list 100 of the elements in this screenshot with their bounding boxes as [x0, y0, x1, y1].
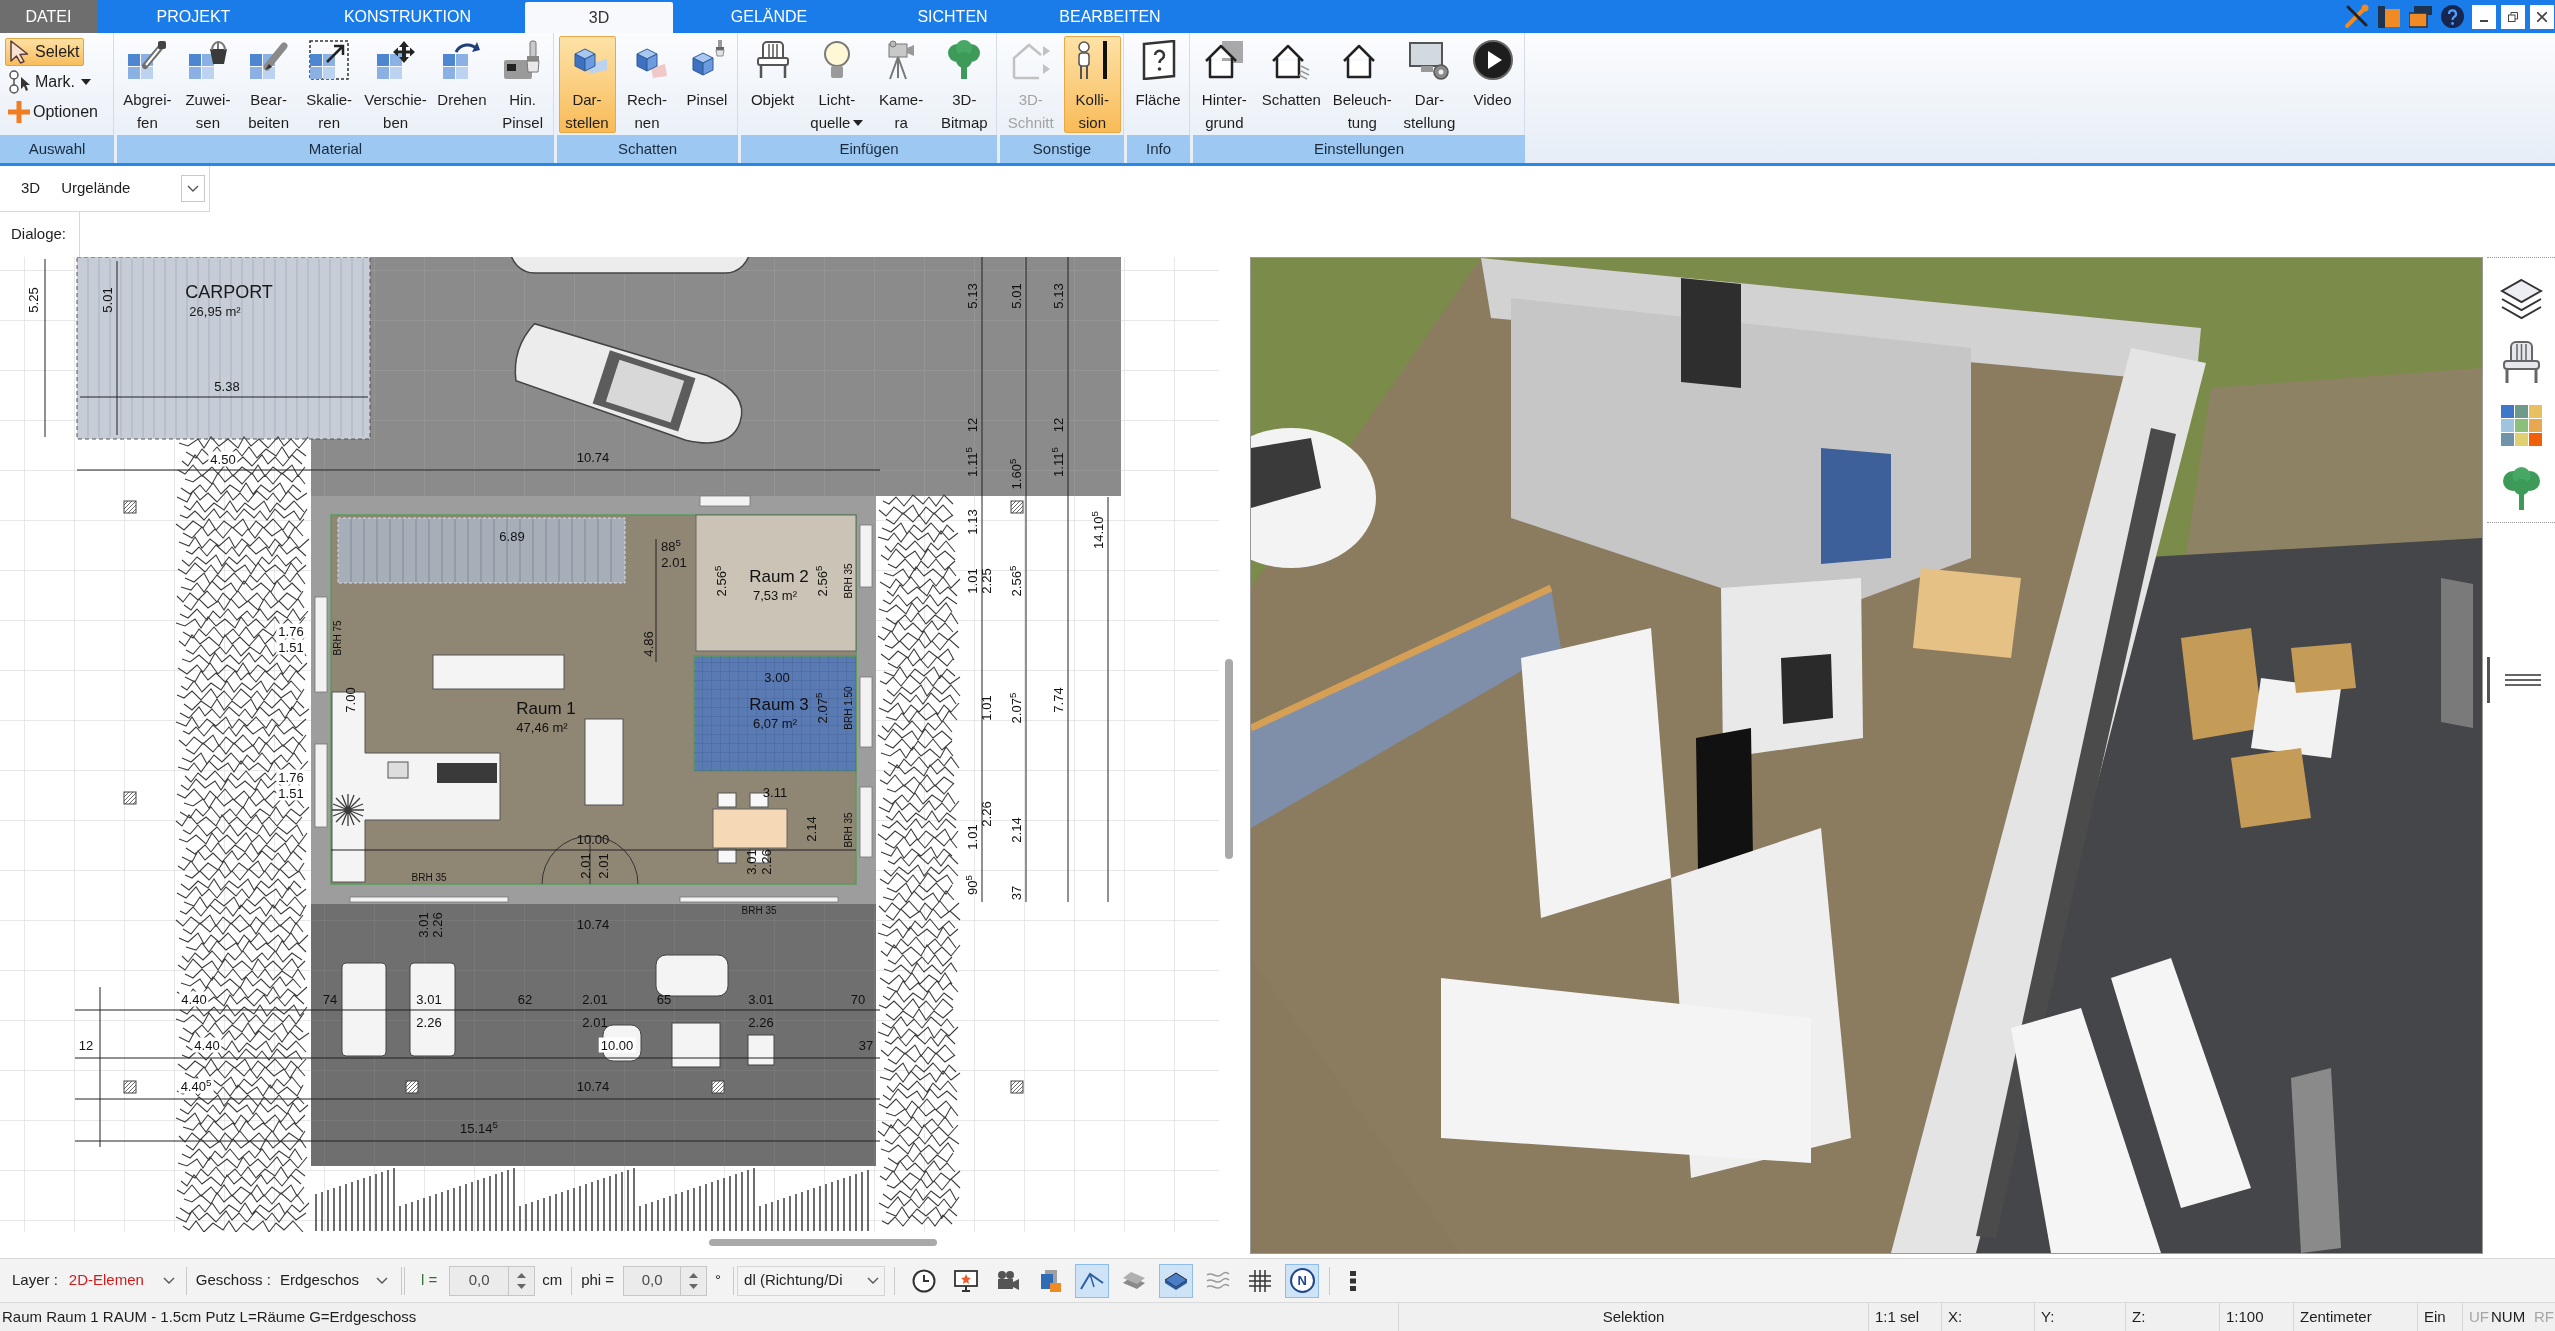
ribbon-tab[interactable]: 3D [525, 2, 673, 33]
dimension-label: 1.01 [965, 568, 979, 594]
room-name: Raum 1 [516, 699, 576, 717]
cursor-circles-icon[interactable] [8, 70, 32, 94]
caret-icon[interactable] [853, 119, 864, 126]
chevron-icon[interactable] [162, 1277, 175, 1284]
dimension-label: 7.74 [1051, 687, 1065, 713]
dimension-label: 4.86 [641, 631, 655, 657]
dimension-label: 10.00 [576, 832, 610, 846]
hatch-marker [405, 1080, 419, 1094]
dimension-label: 2.01 [596, 853, 610, 879]
palette-icon[interactable] [2499, 404, 2543, 447]
room-name: Raum 3 [749, 695, 809, 713]
toolbar-button[interactable]: N [1285, 1263, 1320, 1298]
pencil-icon[interactable] [248, 40, 289, 80]
ribbon-button[interactable]: Hin. Pinsel [494, 36, 552, 133]
status-field: X: [1941, 1303, 2034, 1331]
ribbon-button[interactable]: Kame- ra [872, 36, 930, 133]
wall-label: BRH 35 [741, 906, 777, 916]
dimension-label: 12 [1051, 417, 1065, 433]
ribbon-button[interactable]: Mark. [5, 68, 96, 96]
caret-icon[interactable] [81, 79, 91, 85]
direction-dropdown[interactable]: dl (Richtung/Di [737, 1265, 886, 1296]
wall-label: BRH 1.50 [844, 686, 854, 730]
dimension-label: 2.01 [661, 555, 687, 569]
ribbon-button[interactable]: Bear- beiten [240, 36, 298, 133]
restore-button[interactable] [2501, 4, 2525, 29]
brush-icon[interactable] [502, 40, 543, 80]
dimension-label: 3.01 [744, 849, 758, 875]
ribbon-button[interactable]: Dar- stellen [558, 36, 616, 133]
chevron-icon[interactable] [375, 1277, 388, 1284]
ribbon-button[interactable]: Pinsel [678, 36, 736, 133]
scrollbar-thumb[interactable] [1224, 659, 1233, 859]
layers-icon[interactable] [2499, 278, 2543, 321]
area-label: 26,95 m² [189, 304, 241, 318]
group-label: Einfügen [741, 135, 997, 163]
paint-bucket-icon[interactable] [187, 40, 228, 80]
view-mode-label: 3D [21, 178, 41, 199]
dimension-label: 2.26 [416, 1015, 442, 1029]
group-label: Sonstige [1000, 135, 1124, 163]
dimension-label: 2.14 [1009, 817, 1023, 843]
hatch-marker [1010, 500, 1024, 514]
ribbon-button[interactable]: Fläche [1129, 36, 1187, 133]
dimension-label: 3.00 [764, 670, 790, 684]
minimize-button[interactable] [2472, 4, 2496, 29]
unit-label: cm [542, 1270, 563, 1291]
eyedropper-icon[interactable] [127, 40, 168, 80]
ribbon-button[interactable]: Dar- stellung [1400, 36, 1459, 133]
dimension-label: 3.01 [416, 912, 430, 938]
wall-label: BRH 35 [844, 563, 854, 599]
ribbon-button[interactable]: Rech- nen [618, 36, 676, 133]
ribbon-button[interactable]: Zuwei- sen [179, 36, 237, 133]
grip-icon[interactable] [1350, 1270, 1357, 1291]
tools-icon[interactable] [2344, 4, 2369, 29]
dimension-label: 1.76 [276, 769, 306, 785]
ribbon-button[interactable]: 3D- Bitmap [935, 36, 993, 133]
room-area: 47,46 m² [516, 720, 568, 734]
house-icon[interactable] [1204, 40, 1245, 80]
dimension-label: 10.74 [576, 1079, 610, 1093]
resize-icon[interactable] [309, 40, 350, 80]
close-button[interactable] [2530, 4, 2554, 29]
dimension-label: 4.40 [179, 991, 209, 1007]
ribbon-tab[interactable]: BEARBEITEN [1040, 0, 1180, 33]
monitor-gear-icon[interactable] [1409, 40, 1450, 80]
ribbon-button[interactable]: Verschie- ben [361, 36, 430, 133]
ribbon-button[interactable]: Beleuch- tung [1329, 36, 1395, 133]
ribbon-button[interactable]: Optionen [5, 98, 103, 126]
file-tab[interactable]: DATEI [0, 0, 97, 33]
ribbon-tab[interactable]: GELÄNDE [673, 0, 865, 33]
chevron-icon[interactable] [187, 185, 199, 192]
ribbon-button[interactable]: Drehen [433, 36, 491, 133]
chevron-icon[interactable] [867, 1277, 880, 1284]
ribbon-button[interactable]: Licht- quelle [807, 36, 867, 133]
ribbon-tab[interactable]: KONSTRUKTION [290, 0, 525, 33]
windows-icon[interactable] [2409, 5, 2432, 28]
scrollbar-thumb[interactable] [709, 1239, 937, 1246]
window-icon[interactable] [2378, 5, 2400, 28]
ribbon-button[interactable]: Kolli- sion [1063, 36, 1121, 133]
ribbon-button[interactable]: Skalie- ren [300, 36, 358, 133]
play-icon[interactable] [1472, 40, 1513, 80]
ribbon-button[interactable]: Abgrei- fen [118, 36, 176, 133]
layer-dropdown[interactable]: 2D-Elemen [66, 1265, 179, 1296]
dimension-label: 12 [965, 417, 979, 433]
ribbon-button[interactable]: Selekt [5, 38, 85, 66]
ribbon-button[interactable]: Hinter- grund [1195, 36, 1253, 133]
floor-dropdown[interactable]: Erdgeschos [277, 1265, 392, 1296]
move-icon[interactable] [375, 40, 416, 80]
ribbon-button[interactable]: Objekt [744, 36, 802, 133]
unit-label: ° [715, 1270, 722, 1291]
dimension-label: 5.01 [100, 287, 114, 313]
dimension-label: 1.13 [965, 509, 979, 535]
ribbon-button[interactable]: Video [1464, 36, 1522, 133]
ribbon-tab[interactable]: SICHTEN [865, 0, 1040, 33]
dimension-label: 70 [850, 992, 866, 1006]
ribbon-tab[interactable]: PROJEKT [97, 0, 290, 33]
rotate-icon[interactable] [441, 40, 482, 80]
ribbon-button[interactable]: Schatten [1258, 36, 1324, 133]
terrain-value: Urgelände [61, 178, 131, 199]
help-icon[interactable] [2441, 5, 2464, 28]
dimension-label: 74 [322, 992, 338, 1006]
